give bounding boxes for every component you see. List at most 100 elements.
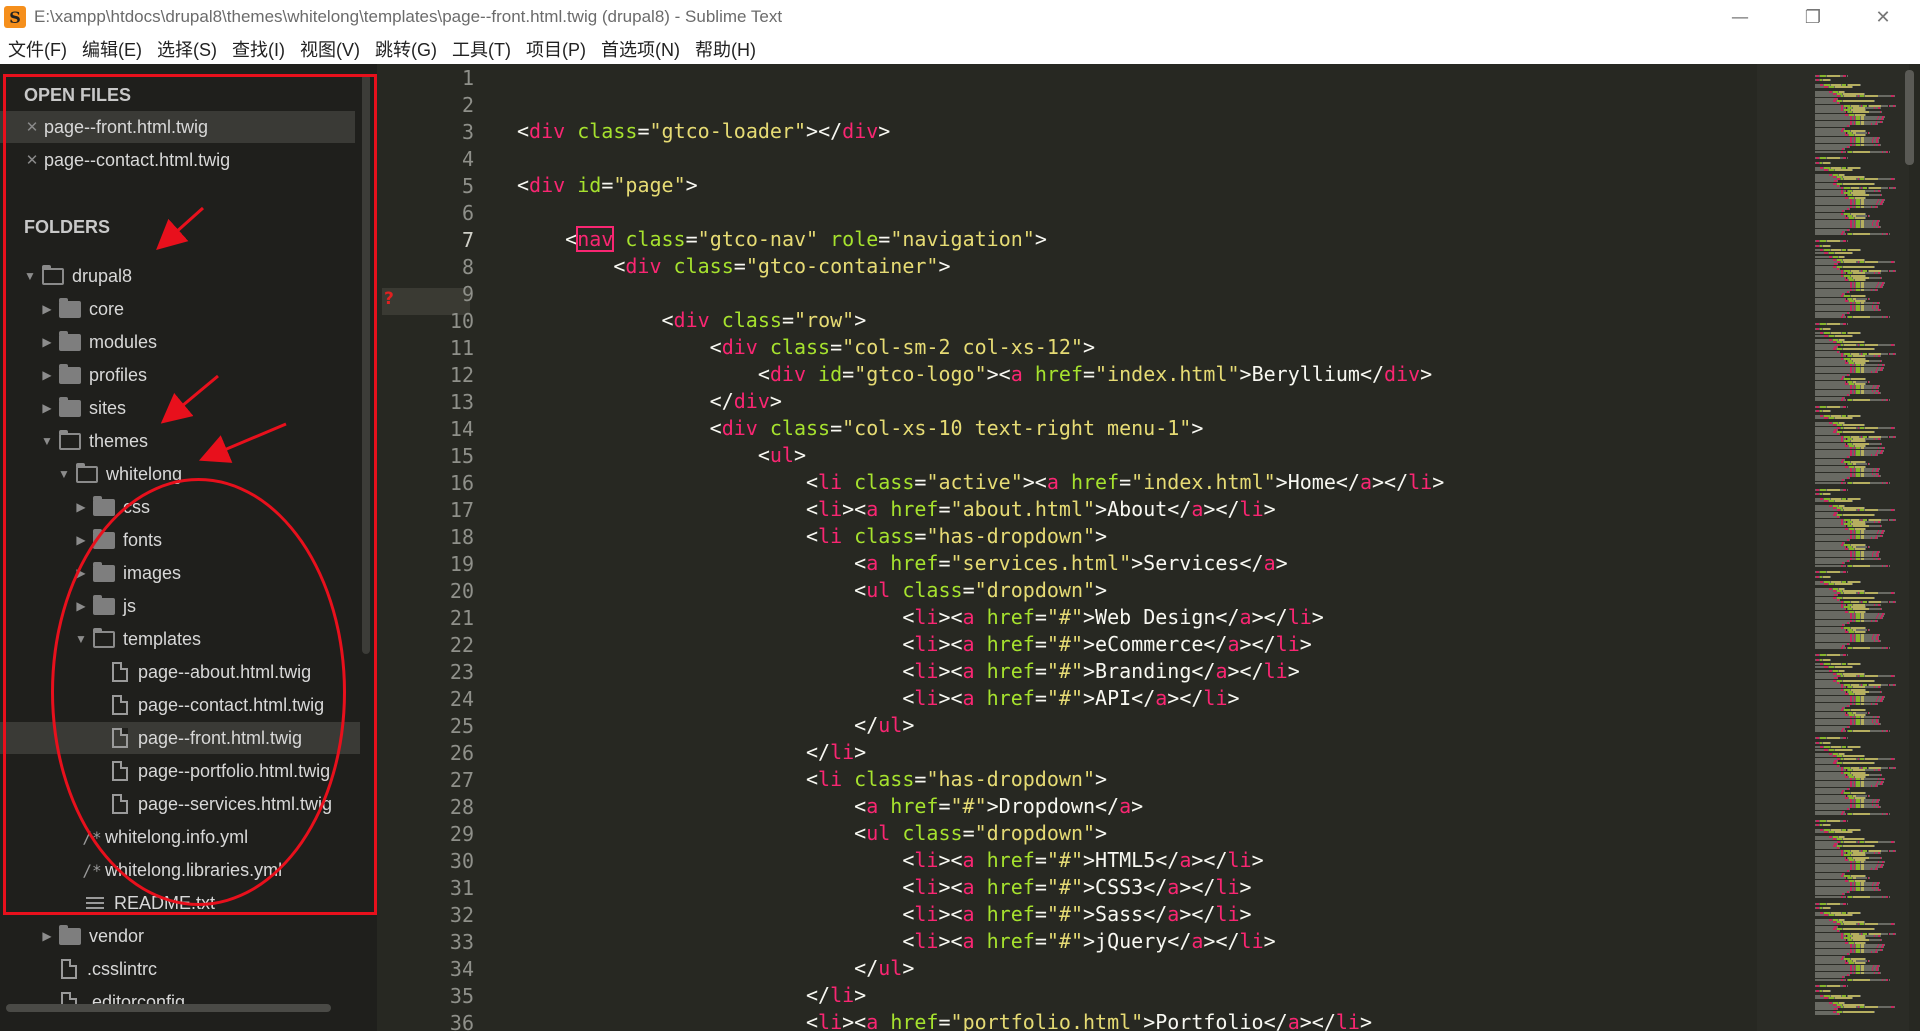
editor-vertical-scrollbar[interactable] [1905, 70, 1914, 165]
line-number-gutter: ? 1 2 3 4 5 6 7 8 9 10 11 12 13 14 15 16 17 18 19 20 21 22 23 2… [377, 64, 474, 1031]
code-line[interactable]: <li><a href="#">Branding</a></li> [517, 658, 1299, 685]
folder-tree-folder[interactable]: ▶ js [0, 590, 360, 622]
disclosure-expanded-icon[interactable]: ▼ [39, 434, 55, 448]
disclosure-collapsed-icon[interactable]: ▶ [73, 566, 89, 580]
code-line[interactable]: <div id="gtco-logo"><a href="index.html"… [517, 361, 1432, 388]
folder-icon [93, 561, 115, 582]
code-line[interactable]: <li><a href="portfolio.html">Portfolio</… [517, 1009, 1372, 1031]
minimap[interactable] [1757, 64, 1917, 1031]
code-line[interactable]: <li><a href="#">CSS3</a></li> [517, 874, 1251, 901]
code-line[interactable]: </ul> [517, 955, 914, 982]
code-line[interactable]: <li class="has-dropdown"> [517, 766, 1107, 793]
code-line[interactable]: </li> [517, 739, 866, 766]
code-line[interactable]: <div id="page"> [517, 172, 698, 199]
folder-tree-file[interactable]: /* whitelong.libraries.yml [0, 854, 360, 886]
folder-tree-file[interactable]: page--contact.html.twig [0, 689, 360, 721]
disclosure-collapsed-icon[interactable]: ▶ [39, 401, 55, 415]
disclosure-expanded-icon[interactable]: ▼ [73, 632, 89, 646]
code-line[interactable]: <li><a href="#">Web Design</a></li> [517, 604, 1324, 631]
folder-icon [59, 924, 81, 945]
folder-tree-folder[interactable]: ▶ css [0, 491, 360, 523]
folder-tree-folder[interactable]: ▶ fonts [0, 524, 360, 556]
code-line[interactable]: <li><a href="#">Sass</a></li> [517, 901, 1251, 928]
code-line[interactable]: <a href="#">Dropdown</a> [517, 793, 1143, 820]
close-icon[interactable]: ✕ [22, 118, 42, 136]
sidebar-vertical-scrollbar[interactable] [362, 74, 370, 654]
menu-goto[interactable]: 跳转(G) [375, 36, 437, 62]
code-line[interactable]: <li><a href="#">jQuery</a></li> [517, 928, 1275, 955]
code-line[interactable]: <ul class="dropdown"> [517, 820, 1107, 847]
code-line[interactable]: <a href="services.html">Services</a> [517, 550, 1288, 577]
menu-project[interactable]: 项目(P) [526, 36, 586, 62]
code-line[interactable]: <li class="active"><a href="index.html">… [517, 469, 1444, 496]
disclosure-collapsed-icon[interactable]: ▶ [39, 302, 55, 316]
code-line[interactable]: <li><a href="#">API</a></li> [517, 685, 1239, 712]
menu-file[interactable]: 文件(F) [8, 36, 67, 62]
menu-view[interactable]: 视图(V) [300, 36, 360, 62]
menu-help[interactable]: 帮助(H) [695, 36, 756, 62]
code-line[interactable]: </div> [517, 388, 782, 415]
code-line[interactable]: <div class="col-sm-2 col-xs-12"> [517, 334, 1095, 361]
folder-tree-file[interactable]: README.txt [0, 887, 360, 919]
folder-tree-file[interactable]: page--front.html.twig [0, 722, 360, 754]
minimize-button[interactable]: — [1717, 0, 1763, 34]
disclosure-collapsed-icon[interactable]: ▶ [39, 929, 55, 943]
close-button[interactable]: ✕ [1860, 0, 1906, 34]
disclosure-expanded-icon[interactable]: ▼ [22, 269, 38, 283]
code-line[interactable]: </li> [517, 982, 866, 1009]
folder-tree-folder[interactable]: ▶ sites [0, 392, 360, 424]
folder-tree-folder[interactable]: ▶ modules [0, 326, 360, 358]
line-number: 26 [449, 741, 474, 765]
lint-warning-icon[interactable]: ? [384, 289, 394, 309]
menu-tools[interactable]: 工具(T) [452, 36, 511, 62]
open-file-item[interactable]: ✕ page--front.html.twig [0, 111, 355, 143]
maximize-button[interactable]: ❐ [1790, 0, 1836, 34]
code-line[interactable]: <li class="has-dropdown"> [517, 523, 1107, 550]
folder-tree-folder[interactable]: ▶ core [0, 293, 360, 325]
sidebar-horizontal-scrollbar[interactable] [6, 1004, 331, 1012]
disclosure-collapsed-icon[interactable]: ▶ [39, 335, 55, 349]
folder-tree-folder[interactable]: ▶ profiles [0, 359, 360, 391]
disclosure-collapsed-icon[interactable]: ▶ [73, 599, 89, 613]
folder-tree-file[interactable]: page--portfolio.html.twig [0, 755, 360, 787]
code-line[interactable]: <div class="gtco-loader"></div> [517, 118, 890, 145]
code-line[interactable]: <div class="col-xs-10 text-right menu-1"… [517, 415, 1204, 442]
line-number: 24 [449, 687, 474, 711]
code-line[interactable]: <div class="row"> [517, 307, 866, 334]
open-file-item[interactable]: ✕ page--contact.html.twig [0, 144, 360, 176]
disclosure-collapsed-icon[interactable]: ▶ [39, 368, 55, 382]
code-line[interactable]: <ul class="dropdown"> [517, 577, 1107, 604]
folder-tree-folder[interactable]: ▼ drupal8 [0, 260, 360, 292]
folder-tree-folder[interactable]: ▶ vendor [0, 920, 360, 952]
line-number: 25 [449, 714, 474, 738]
code-line[interactable]: <li><a href="about.html">About</a></li> [517, 496, 1276, 523]
disclosure-collapsed-icon[interactable]: ▶ [73, 533, 89, 547]
close-icon[interactable]: ✕ [22, 151, 42, 169]
comment-file-icon: /* [82, 860, 102, 880]
folder-tree-file[interactable]: page--services.html.twig [0, 788, 360, 820]
code-line[interactable]: </ul> [517, 712, 914, 739]
disclosure-expanded-icon[interactable]: ▼ [56, 467, 72, 481]
code-line[interactable]: <li><a href="#">HTML5</a></li> [517, 847, 1263, 874]
code-line[interactable]: <ul> [517, 442, 806, 469]
window-title: E:\xampp\htdocs\drupal8\themes\whitelong… [34, 7, 783, 26]
code-line[interactable]: <div class="gtco-container"> [517, 253, 950, 280]
code-line[interactable]: <nav class="gtco-nav" role="navigation"> [517, 226, 1047, 253]
editor-pane[interactable]: ? 1 2 3 4 5 6 7 8 9 10 11 12 13 14 15 16 17 18 19 20 21 22 23 2… [377, 64, 1920, 1031]
folder-tree-folder[interactable]: ▼ templates [0, 623, 360, 655]
menu-find[interactable]: 查找(I) [232, 36, 285, 62]
line-number: 10 [449, 309, 474, 333]
line-number: 15 [449, 444, 474, 468]
disclosure-collapsed-icon[interactable]: ▶ [73, 500, 89, 514]
menu-edit[interactable]: 编辑(E) [82, 36, 142, 62]
folder-tree-file[interactable]: .editorconfig [0, 986, 360, 1018]
folder-tree-file[interactable]: page--about.html.twig [0, 656, 360, 688]
code-line[interactable]: <li><a href="#">eCommerce</a></li> [517, 631, 1311, 658]
folder-tree-folder[interactable]: ▼ whitelong [0, 458, 360, 490]
folder-tree-folder[interactable]: ▶ images [0, 557, 360, 589]
folder-tree-file[interactable]: /* whitelong.info.yml [0, 821, 360, 853]
folder-tree-file[interactable]: .csslintrc [0, 953, 360, 985]
menu-selection[interactable]: 选择(S) [157, 36, 217, 62]
menu-preferences[interactable]: 首选项(N) [601, 36, 680, 62]
folder-tree-folder[interactable]: ▼ themes [0, 425, 360, 457]
